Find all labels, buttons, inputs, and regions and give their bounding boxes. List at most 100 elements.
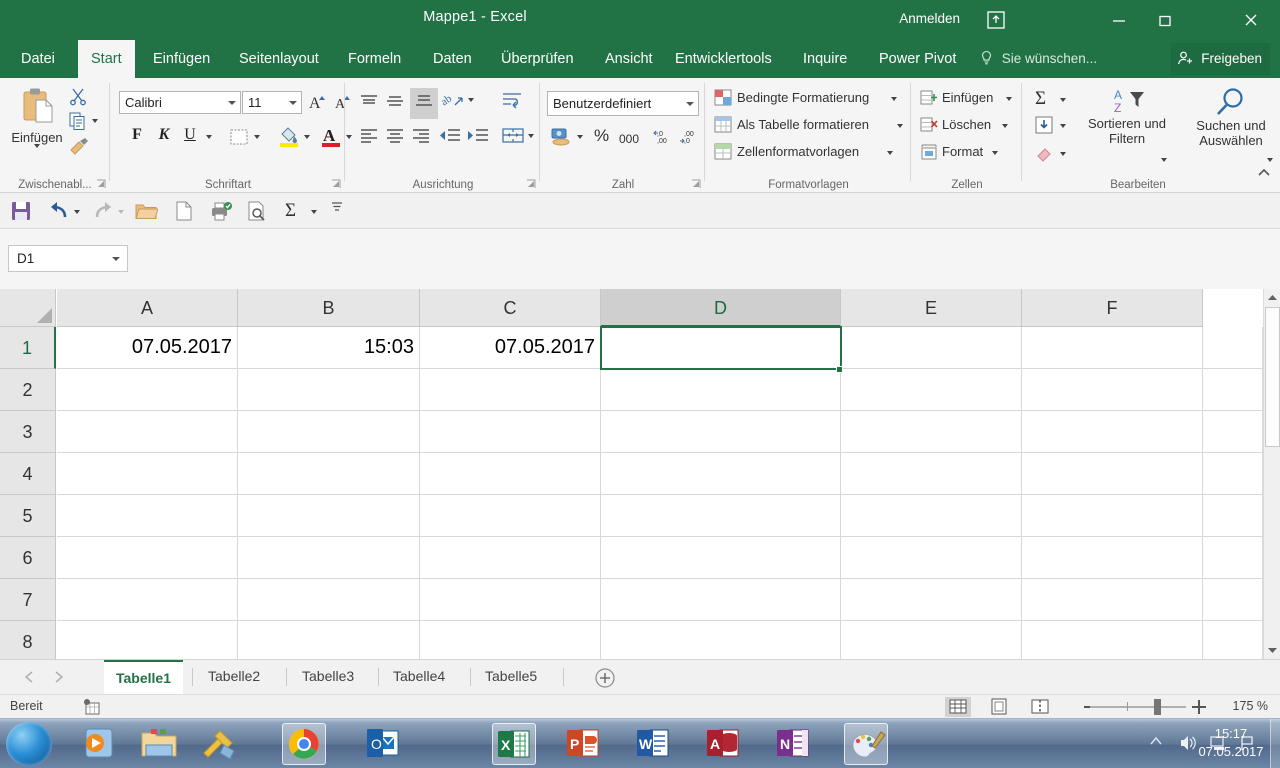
sheet-tab-tabelle1[interactable]: Tabelle1: [104, 660, 183, 694]
cell-d7[interactable]: [601, 579, 841, 621]
number-format-combo[interactable]: Benutzerdefiniert: [547, 91, 699, 116]
row-header-7[interactable]: 7: [0, 579, 56, 621]
cell-e5[interactable]: [841, 495, 1022, 537]
cell-f8[interactable]: [1022, 621, 1203, 659]
column-header-b[interactable]: B: [238, 289, 420, 327]
cell-f4[interactable]: [1022, 453, 1203, 495]
new-document-icon[interactable]: [174, 200, 194, 227]
cell-g1[interactable]: [1203, 327, 1263, 369]
cell-c2[interactable]: [420, 369, 601, 411]
decrease-indent-button[interactable]: [438, 126, 462, 151]
column-header-e[interactable]: E: [841, 289, 1022, 327]
zoom-out-minus-icon[interactable]: [1082, 699, 1100, 720]
font-dialog-launcher[interactable]: [330, 178, 342, 190]
delete-dropdown-icon[interactable]: [1002, 124, 1008, 128]
sheet-tab-tabelle2[interactable]: Tabelle2: [196, 660, 272, 694]
font-family-combo[interactable]: Calibri: [119, 91, 241, 114]
access-icon[interactable]: A: [702, 723, 746, 765]
row-header-6[interactable]: 6: [0, 537, 56, 579]
save-icon[interactable]: [10, 200, 32, 227]
cell-e6[interactable]: [841, 537, 1022, 579]
cell-g2[interactable]: [1203, 369, 1263, 411]
cell-d4[interactable]: [601, 453, 841, 495]
cell-f6[interactable]: [1022, 537, 1203, 579]
copy-dropdown-icon[interactable]: [92, 119, 98, 123]
autosum-qat-dropdown-icon[interactable]: [311, 210, 317, 214]
cell-b8[interactable]: [238, 621, 420, 659]
fill-dropdown-icon[interactable]: [1060, 124, 1066, 128]
open-folder-icon[interactable]: [134, 200, 159, 227]
tell-me-search[interactable]: Sie wünschen...: [980, 40, 1097, 78]
orientation-dropdown-icon[interactable]: [468, 98, 474, 102]
powerpoint-icon[interactable]: P: [562, 723, 606, 765]
redo-dropdown-icon[interactable]: [118, 210, 124, 214]
file-explorer-icon[interactable]: [138, 723, 182, 765]
undo-dropdown-icon[interactable]: [74, 210, 80, 214]
decrease-decimal-button[interactable]: ,00 ,0: [679, 128, 699, 151]
select-all-corner[interactable]: [0, 289, 56, 327]
zoom-slider-thumb[interactable]: [1154, 699, 1161, 715]
google-chrome-icon[interactable]: [282, 723, 326, 765]
excel-icon[interactable]: X: [492, 723, 536, 765]
name-box[interactable]: D1: [8, 245, 128, 272]
tab-power-pivot[interactable]: Power Pivot: [866, 40, 969, 78]
cell-a3[interactable]: [57, 411, 238, 453]
cell-a8[interactable]: [57, 621, 238, 659]
sign-in-button[interactable]: Anmelden: [899, 11, 960, 26]
cell-a7[interactable]: [57, 579, 238, 621]
underline-button[interactable]: U: [179, 126, 201, 144]
align-right-button[interactable]: [410, 126, 432, 151]
fill-color-button[interactable]: [278, 124, 300, 153]
number-dialog-launcher[interactable]: [690, 178, 702, 190]
align-left-button[interactable]: [358, 126, 380, 151]
cell-e8[interactable]: [841, 621, 1022, 659]
insert-dropdown-icon[interactable]: [1006, 97, 1012, 101]
zoom-slider-track[interactable]: [1090, 706, 1186, 708]
cell-c3[interactable]: [420, 411, 601, 453]
align-middle-button[interactable]: [384, 92, 406, 117]
cell-g5[interactable]: [1203, 495, 1263, 537]
windows-media-player-icon[interactable]: [78, 723, 122, 765]
paste-button[interactable]: Einfügen: [6, 86, 68, 148]
cell-f7[interactable]: [1022, 579, 1203, 621]
font-color-button[interactable]: A: [320, 124, 342, 153]
cell-d1[interactable]: [601, 327, 841, 369]
previous-sheet-icon[interactable]: [22, 669, 36, 690]
cell-g3[interactable]: [1203, 411, 1263, 453]
sort-filter-button[interactable]: A Z Sortieren und Filtern: [1079, 86, 1175, 162]
autosum-sigma-icon[interactable]: Σ: [285, 200, 296, 222]
windows-start-orb-icon[interactable]: [6, 722, 52, 766]
cell-a4[interactable]: [57, 453, 238, 495]
cell-e4[interactable]: [841, 453, 1022, 495]
taskbar-clock[interactable]: 15:17 07.05.2017: [1194, 725, 1268, 761]
row-header-3[interactable]: 3: [0, 411, 56, 453]
print-preview-icon[interactable]: [246, 200, 268, 227]
cell-b4[interactable]: [238, 453, 420, 495]
cell-b5[interactable]: [238, 495, 420, 537]
tab-daten[interactable]: Daten: [420, 40, 485, 78]
row-header-1[interactable]: 1: [0, 327, 56, 369]
customize-qat-icon[interactable]: [330, 200, 344, 219]
cell-c7[interactable]: [420, 579, 601, 621]
cell-b3[interactable]: [238, 411, 420, 453]
cell-d5[interactable]: [601, 495, 841, 537]
orientation-button[interactable]: ab: [439, 90, 466, 117]
cell-d8[interactable]: [601, 621, 841, 659]
column-header-d[interactable]: D: [601, 289, 841, 327]
wrap-text-button[interactable]: [501, 90, 525, 117]
cell-e1[interactable]: [841, 327, 1022, 369]
cell-f1[interactable]: [1022, 327, 1203, 369]
minimize-icon[interactable]: [1096, 0, 1142, 40]
cell-f3[interactable]: [1022, 411, 1203, 453]
column-header-a[interactable]: A: [57, 289, 238, 327]
tab-formeln[interactable]: Formeln: [335, 40, 414, 78]
cell-b7[interactable]: [238, 579, 420, 621]
cell-styles-dropdown-icon[interactable]: [887, 151, 893, 155]
tab-datei[interactable]: Datei: [8, 40, 68, 78]
add-sheet-plus-icon[interactable]: [594, 667, 616, 694]
cell-g7[interactable]: [1203, 579, 1263, 621]
cut-button[interactable]: [68, 86, 88, 111]
cell-a5[interactable]: [57, 495, 238, 537]
cell-c5[interactable]: [420, 495, 601, 537]
autosum-button[interactable]: Σ: [1035, 88, 1046, 110]
